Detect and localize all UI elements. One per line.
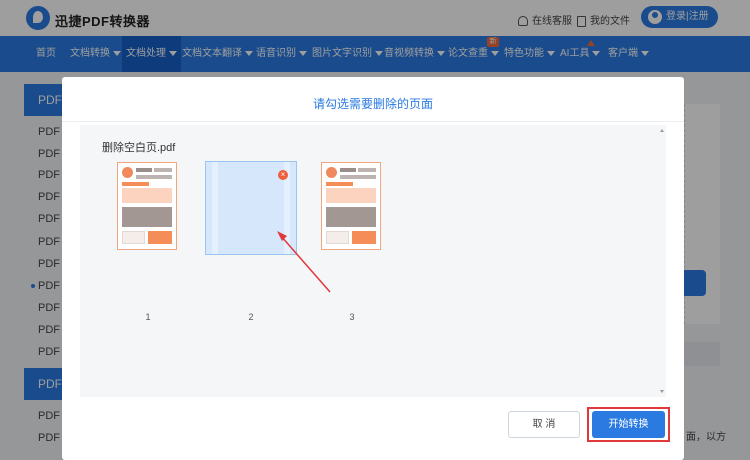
page-number-2: 2 [248,312,254,322]
thumb-shape [326,182,353,186]
thumb-shape [122,231,145,244]
thumb-shape [136,168,152,172]
thumb-shape [122,182,149,186]
thumb-shape [326,231,349,244]
start-convert-button[interactable]: 开始转换 [592,411,665,438]
page-thumbnail-2-selected[interactable]: × [205,161,297,255]
cancel-button[interactable]: 取 消 [508,411,580,438]
thumb-shape [326,207,376,227]
page-number-1: 1 [145,312,151,322]
thumb-shape [340,175,376,179]
thumb-shape [358,168,376,172]
thumb-shape [212,162,218,254]
delete-pages-modal: 请勾选需要删除的页面 删除空白页.pdf 1 × 2 3 取 消 开始转换 [62,77,684,460]
modal-title: 请勾选需要删除的页面 [312,97,433,111]
thumb-shape [122,188,172,203]
file-name: 删除空白页.pdf [102,142,176,154]
scroll-down-icon[interactable] [660,390,664,393]
thumb-shape [136,175,172,179]
thumb-shape [352,231,376,244]
thumb-shape [148,231,172,244]
thumb-shape [122,167,133,178]
x-circle-icon[interactable]: × [278,170,288,180]
thumb-shape [326,188,376,203]
thumb-shape [154,168,172,172]
thumb-shape [122,207,172,227]
thumb-shape [326,167,337,178]
page-preview-area: 删除空白页.pdf 1 × 2 3 [80,125,666,397]
page-number-3: 3 [349,312,355,322]
thumb-shape [340,168,356,172]
scroll-up-icon[interactable] [660,129,664,132]
page-thumbnail-3[interactable] [321,162,381,250]
modal-divider [62,121,684,122]
page-thumbnail-1[interactable] [117,162,177,250]
vertical-scrollbar[interactable] [658,125,666,397]
